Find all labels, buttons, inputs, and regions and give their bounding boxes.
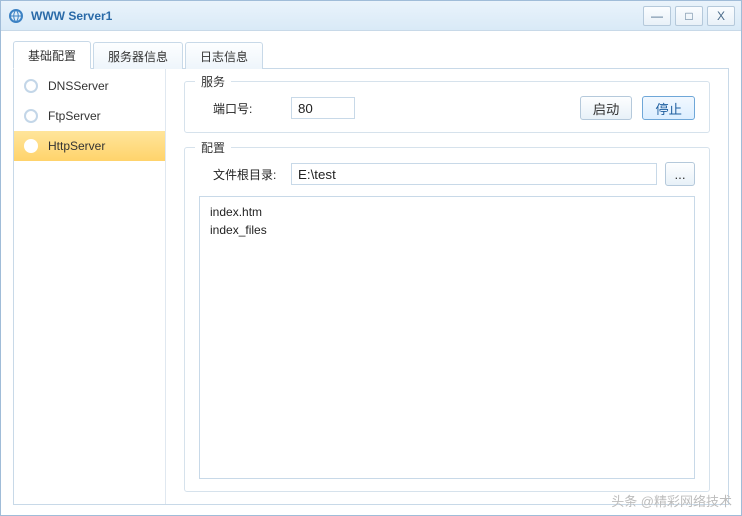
app-window: WWW Server1 — □ X 基础配置 服务器信息 日志信息 DNSSer… (0, 0, 742, 516)
root-dir-label: 文件根目录: (199, 166, 291, 183)
sidebar-item-ftpserver[interactable]: FtpServer (14, 101, 165, 131)
config-group: 配置 文件根目录: ... index.htm index_files (184, 147, 710, 492)
file-list[interactable]: index.htm index_files (199, 196, 695, 479)
radio-icon (24, 79, 38, 93)
list-item[interactable]: index_files (210, 221, 684, 239)
window-title: WWW Server1 (31, 9, 643, 23)
port-label: 端口号: (199, 100, 291, 117)
window-controls: — □ X (643, 6, 735, 26)
titlebar[interactable]: WWW Server1 — □ X (1, 1, 741, 31)
minimize-button[interactable]: — (643, 6, 671, 26)
sidebar-item-label: FtpServer (48, 109, 101, 123)
radio-icon (24, 139, 38, 153)
port-input[interactable] (291, 97, 355, 119)
start-button[interactable]: 启动 (580, 96, 633, 120)
app-icon (7, 7, 25, 25)
config-legend: 配置 (195, 139, 231, 156)
sidebar: DNSServer FtpServer HttpServer (14, 69, 166, 504)
tab-log-info[interactable]: 日志信息 (185, 42, 263, 69)
close-button[interactable]: X (707, 6, 735, 26)
sidebar-item-httpserver[interactable]: HttpServer (14, 131, 165, 161)
sidebar-item-label: DNSServer (48, 79, 109, 93)
list-item[interactable]: index.htm (210, 203, 684, 221)
sidebar-item-label: HttpServer (48, 139, 105, 153)
radio-icon (24, 109, 38, 123)
root-dir-row: 文件根目录: ... (199, 162, 695, 186)
service-legend: 服务 (195, 73, 231, 90)
browse-button[interactable]: ... (665, 162, 695, 186)
maximize-button[interactable]: □ (675, 6, 703, 26)
root-dir-input[interactable] (291, 163, 657, 185)
tab-content: DNSServer FtpServer HttpServer 服务 端口号: (13, 69, 729, 505)
service-group: 服务 端口号: 启动 停止 (184, 81, 710, 133)
service-row: 端口号: 启动 停止 (199, 96, 695, 120)
tab-basic-config[interactable]: 基础配置 (13, 41, 91, 69)
window-body: 基础配置 服务器信息 日志信息 DNSServer FtpServer Http… (1, 31, 741, 515)
tabs: 基础配置 服务器信息 日志信息 (13, 41, 729, 69)
main-panel: 服务 端口号: 启动 停止 配置 文件根目录: ... (166, 69, 728, 504)
sidebar-item-dnsserver[interactable]: DNSServer (14, 71, 165, 101)
stop-button[interactable]: 停止 (642, 96, 695, 120)
tab-server-info[interactable]: 服务器信息 (93, 42, 183, 69)
